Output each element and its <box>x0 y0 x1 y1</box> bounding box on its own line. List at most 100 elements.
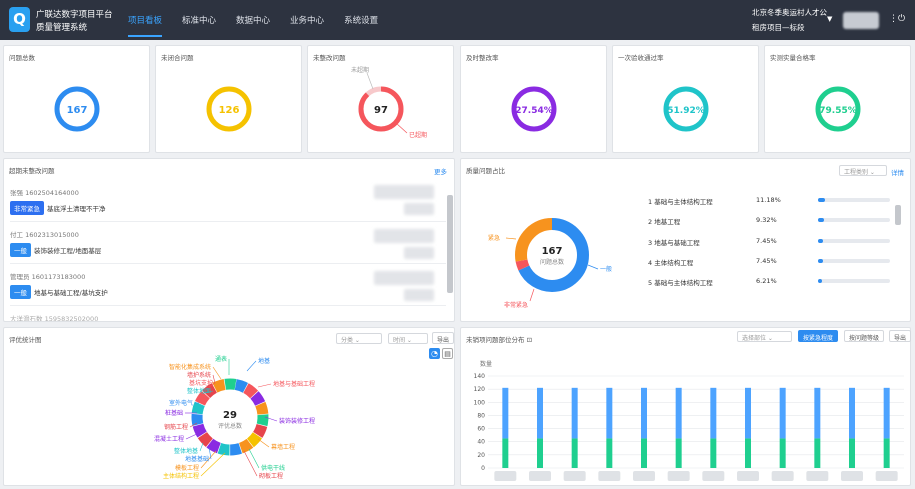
scrollbar[interactable] <box>447 195 453 293</box>
ranking-bar <box>818 279 890 283</box>
bar-segment <box>710 387 717 439</box>
x-tick-label-blurred <box>875 471 898 481</box>
slice-label: 一般 <box>600 265 612 273</box>
kpi-ring: 51.92% <box>663 86 709 132</box>
ranking-name: 4 主体结构工程 <box>648 259 694 267</box>
bar-segment <box>814 387 821 439</box>
ranking-bar-fill <box>818 239 823 243</box>
chevron-down-icon[interactable]: ▼ <box>827 15 832 23</box>
kpi-value: 126 <box>219 105 240 116</box>
slice-label: 桩基础 <box>165 409 183 417</box>
bar-segment <box>883 387 890 439</box>
ranking-name: 3 地基与基础工程 <box>648 239 700 247</box>
ranking-bar-fill <box>818 198 826 202</box>
top-bar: Q 广联达数字项目平台 质量管理系统 项目看板 标准中心 数据中心 业务中心 系… <box>0 0 915 40</box>
ranking-bar <box>818 218 890 222</box>
exit-icon[interactable]: ⏻ <box>898 14 905 24</box>
urgency-badge: 一般 <box>10 285 31 299</box>
x-tick-label-blurred <box>633 471 655 481</box>
slice-label: 地基 <box>258 357 270 365</box>
overdue-issues-panel: 超期未整改问题 更多 张强 1602504164000 非常紧急 基底浮土清理不干… <box>3 158 455 322</box>
bar-segment <box>537 387 543 439</box>
kpi-card[interactable]: 问题总数 167 <box>3 45 150 153</box>
kpi-card[interactable]: 未整改问题 97 未超期 已超期 <box>307 45 454 153</box>
nav-standard-center[interactable]: 标准中心 <box>182 14 216 37</box>
nav-project-board[interactable]: 项目看板 <box>128 14 163 37</box>
nav-business-center[interactable]: 业务中心 <box>290 14 324 37</box>
kpi-value: 79.55% <box>819 106 857 116</box>
kpi-value: 27.54% <box>515 106 553 116</box>
y-tick-label: 140 <box>474 373 486 380</box>
x-tick-label-blurred <box>702 471 725 481</box>
ranking-percent: 7.45% <box>756 237 777 245</box>
x-tick-label-blurred <box>771 471 794 481</box>
bar-segment <box>641 387 647 439</box>
donut-center-label: 评优总数 <box>218 422 242 430</box>
ranking-bar <box>818 198 890 202</box>
y-tick-label: 0 <box>481 465 485 472</box>
y-tick-label: 60 <box>477 426 485 433</box>
y-axis-label: 数量 <box>480 360 492 368</box>
slice-label: 整体地面 <box>187 387 211 395</box>
issue-meta-blurred <box>404 289 434 301</box>
ranking-percent: 9.32% <box>756 216 777 224</box>
ranking-name: 1 基础与主体结构工程 <box>648 198 713 206</box>
kpi-ring: 97 未超期已超期 <box>351 66 427 139</box>
y-tick-label: 120 <box>474 386 486 393</box>
list-item[interactable]: 大洋滑石数 1595832502000 <box>10 313 448 321</box>
x-tick-label-blurred <box>598 471 621 481</box>
kpi-value: 97 <box>374 105 388 116</box>
nav-system-settings[interactable]: 系统设置 <box>344 14 378 37</box>
ranking-bar <box>818 259 890 263</box>
avatar[interactable] <box>843 12 879 29</box>
issue-meta-blurred <box>374 229 434 243</box>
issue-description: 装饰装修工程/地面基层 <box>34 247 102 255</box>
x-tick-label-blurred <box>737 471 759 481</box>
project-name[interactable]: 租房项目—标段 <box>752 22 805 33</box>
bar-segment <box>779 387 786 439</box>
ranking-bar-fill <box>818 279 823 283</box>
x-tick-label-blurred <box>806 471 829 481</box>
bar-segment <box>537 438 543 468</box>
kpi-card[interactable]: 及时整改率 27.54% <box>460 45 607 153</box>
kpi-ring: 79.55% <box>815 86 861 132</box>
nav-data-center[interactable]: 数据中心 <box>236 14 270 37</box>
slice-label: 基坑支护 <box>189 379 213 387</box>
kpi-card[interactable]: 未闭合问题 126 <box>155 45 302 153</box>
slice-label: 紧急 <box>488 234 500 242</box>
kpi-ring: 27.54% <box>511 86 557 132</box>
issue-description: 基底浮土清理不干净 <box>47 205 106 213</box>
kpi-card[interactable]: 实测实量合格率 79.55% <box>764 45 911 153</box>
slice-label: 通表 <box>215 355 227 363</box>
menu-icon[interactable]: ⋮ <box>889 14 898 24</box>
bar-segment <box>849 438 855 468</box>
app-logo[interactable]: Q <box>9 7 30 32</box>
bar-segment <box>641 438 647 468</box>
kpi-ring: 167 <box>54 86 100 132</box>
more-link[interactable]: 更多 <box>434 166 447 176</box>
main-nav: 项目看板 标准中心 数据中心 业务中心 系统设置 <box>128 14 378 37</box>
org-name[interactable]: 北京冬季奥运村人才公 <box>752 7 827 18</box>
slice-label: 智能化集成系统 <box>169 363 211 371</box>
ranking-name: 5 基础与主体结构工程 <box>648 279 713 287</box>
bar-segment <box>710 438 717 468</box>
slice-label: 非常紧急 <box>504 301 528 309</box>
brand-subtitle: 质量管理系统 <box>36 23 88 33</box>
slice-label: 模板工程 <box>175 464 199 472</box>
issue-owner: 大洋滑石数 1595832502000 <box>10 315 99 321</box>
x-tick-label-blurred <box>563 471 586 481</box>
slice-label: 幕墙工程 <box>271 443 295 451</box>
bar-segment <box>814 438 821 468</box>
eval-donut-chart: 29评优总数 地基地基与基础工程装饰装修工程幕墙工程供电干线砌板工程 主体结构工程模… <box>154 355 315 480</box>
issue-meta-blurred <box>374 271 434 285</box>
kpi-value: 167 <box>67 105 88 116</box>
kpi-card[interactable]: 一次验收通过率 51.92% <box>612 45 759 153</box>
urgency-badge: 非常紧急 <box>10 201 44 215</box>
urgency-badge: 一般 <box>10 243 31 257</box>
brand-title: 广联达数字项目平台 <box>36 10 113 20</box>
bar-segment <box>571 438 578 468</box>
ranking-percent: 7.45% <box>756 257 777 265</box>
bar-segment <box>675 438 682 468</box>
slice-label: 地基与基础工程 <box>273 380 315 388</box>
bar-segment <box>606 438 613 468</box>
